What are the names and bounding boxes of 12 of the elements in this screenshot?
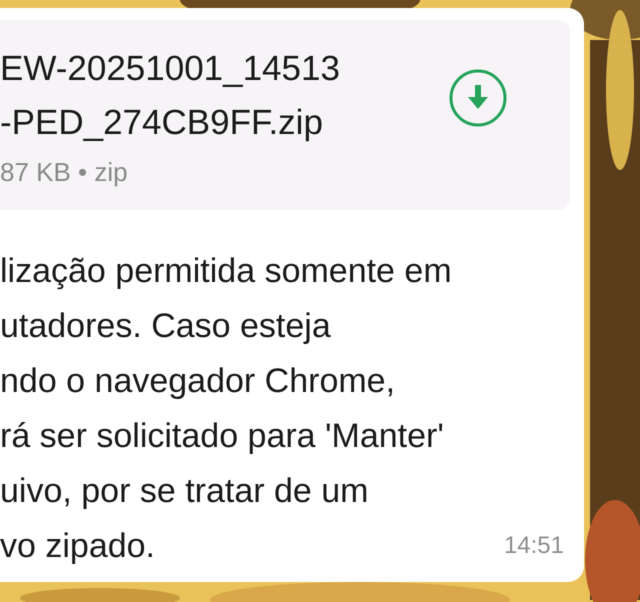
file-meta: 87 KB • zip	[0, 156, 128, 189]
file-name: EW-20251001_14513	[0, 48, 340, 90]
message-text: uivo, por se tratar de um	[0, 471, 369, 512]
message-text: utadores. Caso esteja	[0, 306, 331, 347]
message-text: lização permitida somente em	[0, 251, 452, 292]
message-time: 14:51	[504, 532, 564, 560]
message-text: ndo o navegador Chrome,	[0, 361, 396, 402]
file-name: -PED_274CB9FF.zip	[0, 102, 323, 144]
download-icon[interactable]	[448, 68, 508, 128]
message-text: vo zipado.	[0, 526, 155, 567]
message-text: rá ser solicitado para 'Manter'	[0, 416, 444, 457]
file-card[interactable]: EW-20251001_14513 -PED_274CB9FF.zip 87 KB • zip	[0, 20, 570, 210]
